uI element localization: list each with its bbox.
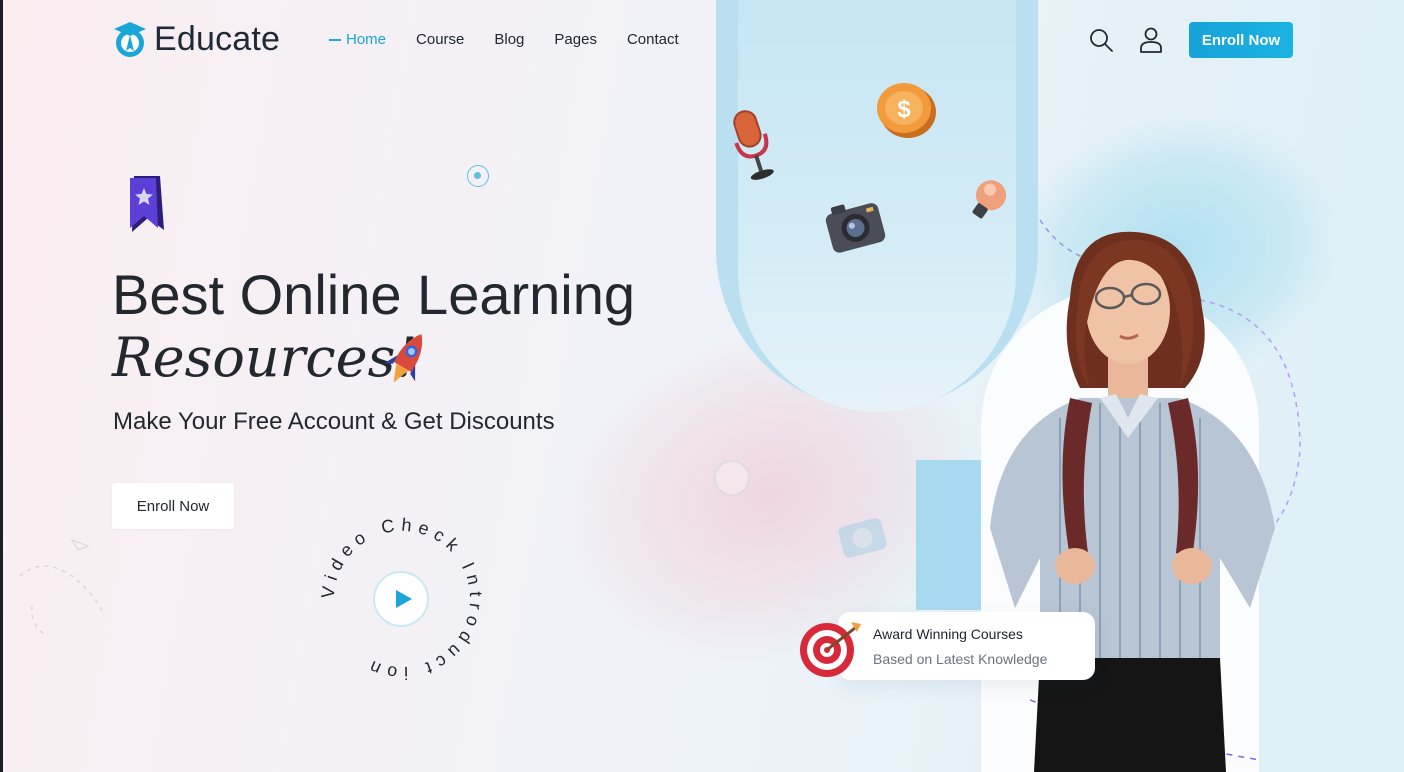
target-icon (800, 622, 861, 677)
nav-item-blog[interactable]: Blog (494, 31, 524, 48)
student-woman-image (990, 231, 1275, 772)
hero-title-line1: Best Online Learning (112, 263, 636, 326)
user-icon[interactable] (1139, 27, 1163, 53)
hero-title-line2: Resources! (112, 326, 418, 389)
lightbulb-icon (972, 180, 1007, 219)
play-icon (395, 590, 412, 608)
logo-text: Educate (154, 20, 281, 58)
nav-item-label: Home (346, 31, 387, 48)
nav-item-home[interactable]: Home (329, 31, 386, 48)
nav-item-pages[interactable]: Pages (554, 31, 597, 48)
paper-plane-decoration (19, 538, 105, 637)
hero-subtitle: Make Your Free Account & Get Discounts (113, 408, 555, 435)
microphone-icon (733, 110, 774, 180)
faded-coin-icon (714, 460, 750, 496)
play-video-button[interactable] (373, 571, 429, 627)
window-edge (0, 0, 3, 772)
logo[interactable]: Educate (112, 20, 280, 59)
dollar-coin-icon: $ (877, 83, 936, 138)
enroll-now-hero-button[interactable]: Enroll Now (112, 483, 234, 529)
award-subtitle: Based on Latest Knowledge (873, 651, 1048, 667)
main-nav: Home Course Blog Pages Contact (329, 31, 679, 48)
camera-icon (825, 203, 886, 253)
graduation-cap-icon (114, 21, 146, 57)
decor-dot-ring (467, 165, 489, 187)
active-dash (329, 39, 341, 42)
svg-text:$: $ (897, 96, 911, 123)
search-icon[interactable] (1089, 28, 1113, 52)
award-title: Award Winning Courses (873, 626, 1023, 642)
rocket-icon (383, 334, 423, 383)
bookmark-star-icon (130, 176, 164, 232)
award-card: Award Winning Courses Based on Latest Kn… (838, 612, 1095, 680)
enroll-now-header-button[interactable]: Enroll Now (1189, 22, 1293, 58)
faded-camera-icon (838, 518, 887, 558)
nav-item-course[interactable]: Course (416, 31, 464, 48)
nav-item-contact[interactable]: Contact (627, 31, 679, 48)
